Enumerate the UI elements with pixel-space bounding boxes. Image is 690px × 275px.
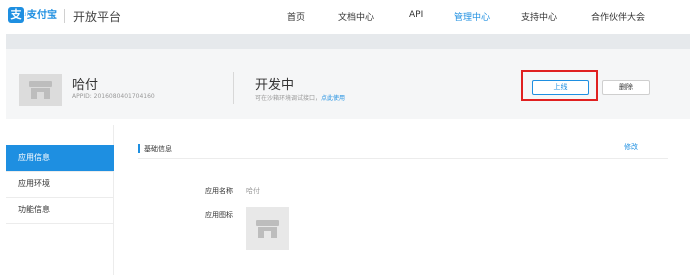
store-icon <box>29 81 52 99</box>
sidebar-item-app-info[interactable]: 应用信息 <box>6 145 114 171</box>
section-accent-bar <box>138 144 140 153</box>
nav-home[interactable]: 首页 <box>287 10 305 23</box>
platform-name[interactable]: 开放平台 <box>73 8 121 25</box>
app-name: 哈付 <box>72 78 99 93</box>
nav-docs[interactable]: 文档中心 <box>338 10 374 23</box>
edit-link[interactable]: 修改 <box>624 142 638 152</box>
nav-partners[interactable]: 合作伙伴大会 <box>591 10 645 23</box>
app-icon-preview[interactable] <box>246 207 289 250</box>
app-name-value: 哈付 <box>246 187 260 195</box>
section-title: 基础信息 <box>144 145 172 153</box>
delete-button[interactable]: 删除 <box>602 80 650 95</box>
app-icon-label: 应用图标 <box>205 211 233 219</box>
header-gray-band <box>6 34 690 49</box>
app-id: APPID: 2016080401704160 <box>72 93 155 100</box>
top-navigation-bar: 支 支付宝 ALIPAY 开放平台 首页 文档中心 API 管理中心 支持中心 … <box>0 0 690 34</box>
nav-management[interactable]: 管理中心 <box>454 10 490 23</box>
red-highlight-box <box>521 70 598 101</box>
logo-subtext: ALIPAY <box>19 12 36 17</box>
app-thumbnail <box>19 74 62 106</box>
sidebar-separator <box>6 223 114 224</box>
sandbox-link[interactable]: 点此使用 <box>321 95 345 102</box>
nav-api[interactable]: API <box>409 10 423 20</box>
status-desc-text: 可在沙箱环境调试接口， <box>255 95 322 102</box>
sidebar: 应用信息 应用环境 功能信息 <box>6 125 114 275</box>
card-divider <box>233 72 234 104</box>
sidebar-item-app-env[interactable]: 应用环境 <box>6 171 114 197</box>
section-divider <box>138 158 668 159</box>
app-status-description: 可在沙箱环境调试接口，点此使用 <box>255 93 345 102</box>
logo-divider <box>64 9 65 23</box>
nav-support[interactable]: 支持中心 <box>521 10 557 23</box>
app-name-label: 应用名称 <box>205 187 233 195</box>
app-status-title: 开发中 <box>255 78 295 93</box>
sidebar-item-feature-info[interactable]: 功能信息 <box>6 197 114 223</box>
store-icon <box>256 220 279 238</box>
